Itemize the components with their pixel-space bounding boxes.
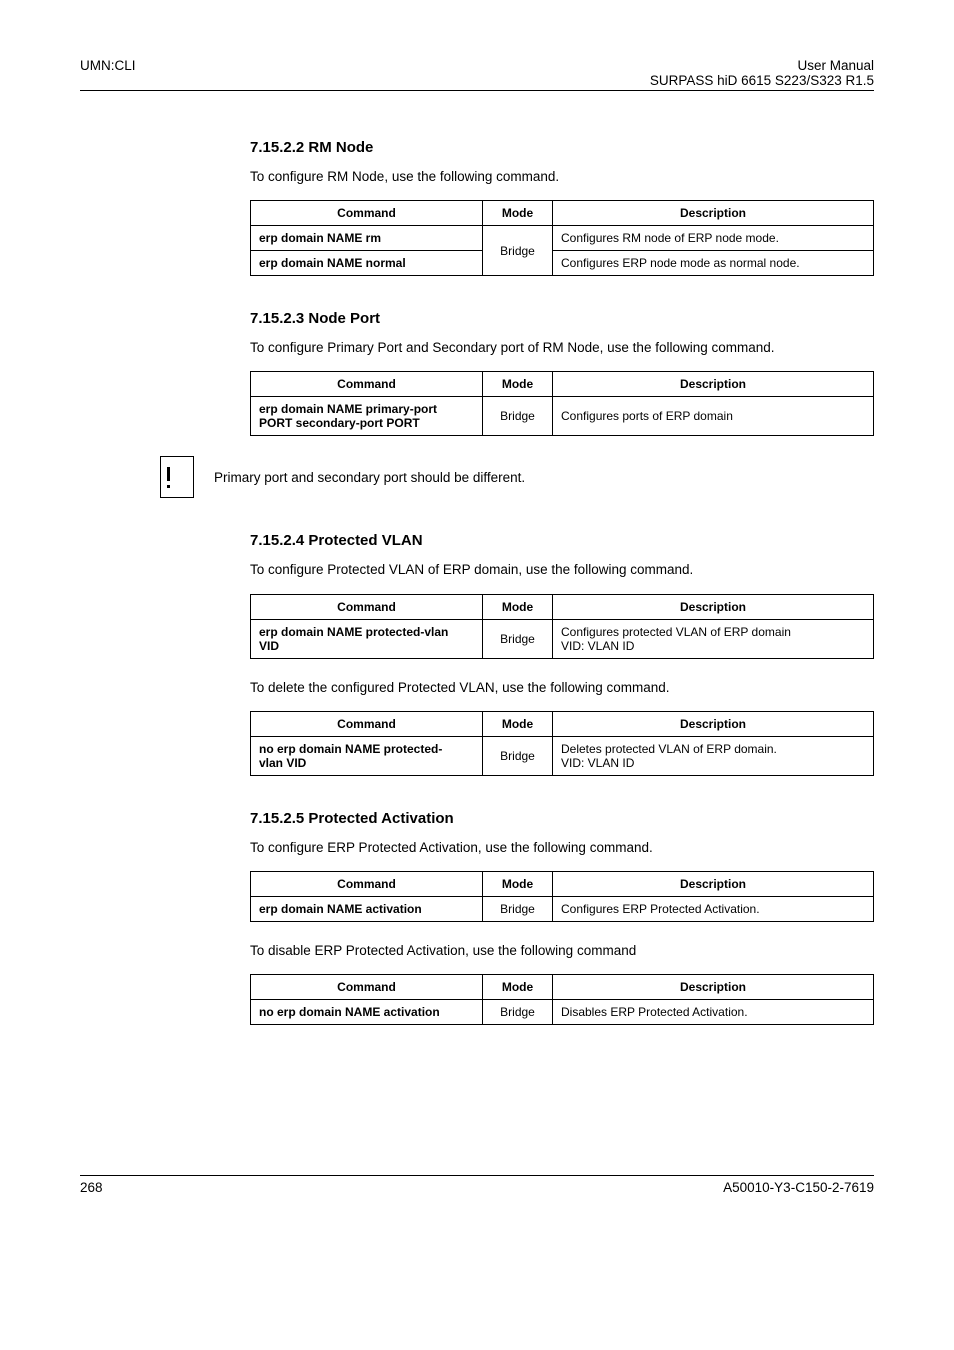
section-title-protected-vlan: 7.15.2.4 Protected VLAN — [250, 532, 874, 549]
cmd-line2: vlan VID — [259, 756, 306, 770]
cmd-line1: erp domain NAME primary-port — [259, 402, 437, 416]
th-description: Description — [553, 372, 874, 397]
th-mode: Mode — [483, 975, 553, 1000]
section-title-rm-node: 7.15.2.2 RM Node — [250, 139, 874, 156]
table-row: erp domain NAME normal Configures ERP no… — [251, 251, 874, 276]
doc-number: A50010-Y3-C150-2-7619 — [723, 1180, 874, 1195]
mode-cell: Bridge — [483, 397, 553, 436]
cmd-cell: erp domain NAME protected-vlan VID — [251, 619, 483, 658]
table-row: Command Mode Description — [251, 594, 874, 619]
table-row: erp domain NAME primary-port PORT second… — [251, 397, 874, 436]
intro-protected-activation: To configure ERP Protected Activation, u… — [250, 839, 874, 857]
table-row: Command Mode Description — [251, 872, 874, 897]
header-right-2: SURPASS hiD 6615 S223/S323 R1.5 — [650, 73, 874, 88]
desc-line1: Deletes protected VLAN of ERP domain. — [561, 742, 777, 756]
table-protected-activation-2: Command Mode Description no erp domain N… — [250, 974, 874, 1025]
th-mode: Mode — [483, 201, 553, 226]
th-mode: Mode — [483, 594, 553, 619]
cmd-cell: no erp domain NAME activation — [251, 1000, 483, 1025]
table-row: Command Mode Description — [251, 372, 874, 397]
desc-cell: Configures ERP node mode as normal node. — [553, 251, 874, 276]
intro-protected-vlan: To configure Protected VLAN of ERP domai… — [250, 561, 874, 579]
cmd-cell: erp domain NAME activation — [251, 897, 483, 922]
th-mode: Mode — [483, 711, 553, 736]
th-description: Description — [553, 201, 874, 226]
header-rule — [80, 90, 874, 91]
section-title-protected-activation: 7.15.2.5 Protected Activation — [250, 810, 874, 827]
desc-line2: VID: VLAN ID — [561, 639, 634, 653]
cmd-cell: erp domain NAME primary-port PORT second… — [251, 397, 483, 436]
cmd-line1: no erp domain NAME protected- — [259, 742, 442, 756]
table-row: Command Mode Description — [251, 975, 874, 1000]
th-command: Command — [251, 372, 483, 397]
cmd-cell: erp domain NAME rm — [251, 226, 483, 251]
desc-cell: Deletes protected VLAN of ERP domain. VI… — [553, 736, 874, 775]
cmd-line2: VID — [259, 639, 279, 653]
table-node-port: Command Mode Description erp domain NAME… — [250, 371, 874, 436]
mode-cell: Bridge — [483, 226, 553, 276]
desc-line2: VID: VLAN ID — [561, 756, 634, 770]
desc-cell: Configures ERP Protected Activation. — [553, 897, 874, 922]
table-row: Command Mode Description — [251, 711, 874, 736]
th-description: Description — [553, 872, 874, 897]
header-right-1: User Manual — [650, 58, 874, 73]
table-protected-activation-1: Command Mode Description erp domain NAME… — [250, 871, 874, 922]
desc-cell: Configures ports of ERP domain — [553, 397, 874, 436]
mode-cell: Bridge — [483, 619, 553, 658]
table-protected-vlan-1: Command Mode Description erp domain NAME… — [250, 594, 874, 659]
info-icon — [160, 456, 194, 498]
footer-rule — [80, 1175, 874, 1176]
th-command: Command — [251, 711, 483, 736]
desc-cell: Configures RM node of ERP node mode. — [553, 226, 874, 251]
mode-cell: Bridge — [483, 897, 553, 922]
table-row: Command Mode Description — [251, 201, 874, 226]
page-number: 268 — [80, 1180, 103, 1195]
table-row: no erp domain NAME activation Bridge Dis… — [251, 1000, 874, 1025]
intro-protected-vlan-2: To delete the configured Protected VLAN,… — [250, 679, 874, 697]
th-command: Command — [251, 872, 483, 897]
table-row: no erp domain NAME protected- vlan VID B… — [251, 736, 874, 775]
note-text: Primary port and secondary port should b… — [214, 470, 525, 485]
th-mode: Mode — [483, 372, 553, 397]
th-description: Description — [553, 594, 874, 619]
th-command: Command — [251, 975, 483, 1000]
th-command: Command — [251, 201, 483, 226]
desc-cell: Disables ERP Protected Activation. — [553, 1000, 874, 1025]
th-command: Command — [251, 594, 483, 619]
intro-node-port: To configure Primary Port and Secondary … — [250, 339, 874, 357]
mode-cell: Bridge — [483, 1000, 553, 1025]
cmd-line2: PORT secondary-port PORT — [259, 416, 420, 430]
table-row: erp domain NAME activation Bridge Config… — [251, 897, 874, 922]
table-protected-vlan-2: Command Mode Description no erp domain N… — [250, 711, 874, 776]
desc-cell: Configures protected VLAN of ERP domain … — [553, 619, 874, 658]
cmd-cell: erp domain NAME normal — [251, 251, 483, 276]
cmd-line1: erp domain NAME protected-vlan — [259, 625, 448, 639]
table-rm-node: Command Mode Description erp domain NAME… — [250, 200, 874, 276]
desc-line1: Configures protected VLAN of ERP domain — [561, 625, 791, 639]
th-description: Description — [553, 711, 874, 736]
th-mode: Mode — [483, 872, 553, 897]
intro-protected-activation-2: To disable ERP Protected Activation, use… — [250, 942, 874, 960]
intro-rm-node: To configure RM Node, use the following … — [250, 168, 874, 186]
cmd-cell: no erp domain NAME protected- vlan VID — [251, 736, 483, 775]
section-title-node-port: 7.15.2.3 Node Port — [250, 310, 874, 327]
mode-cell: Bridge — [483, 736, 553, 775]
table-row: erp domain NAME protected-vlan VID Bridg… — [251, 619, 874, 658]
th-description: Description — [553, 975, 874, 1000]
header-left: UMN:CLI — [80, 58, 136, 88]
table-row: erp domain NAME rm Bridge Configures RM … — [251, 226, 874, 251]
